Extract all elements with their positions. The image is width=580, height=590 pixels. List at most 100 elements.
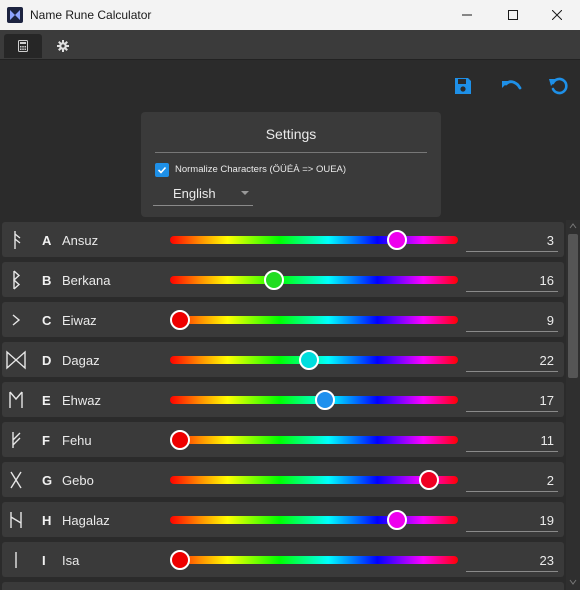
language-dropdown[interactable]: English: [153, 180, 253, 206]
slider-thumb[interactable]: [387, 510, 408, 530]
save-button[interactable]: [451, 74, 475, 98]
tab-settings[interactable]: [44, 34, 82, 58]
rune-name: Ansuz: [62, 233, 99, 248]
rune-value-input[interactable]: 22: [466, 348, 558, 372]
rune-letter: G: [42, 473, 53, 488]
rune-row-ansuz: A Ansuz 3: [2, 222, 564, 257]
slider-track: [170, 516, 458, 524]
rune-value-input[interactable]: 17: [466, 388, 558, 412]
settings-divider: [155, 152, 427, 153]
app-logo-icon: [7, 7, 23, 23]
slider-thumb[interactable]: [263, 270, 284, 290]
scrollbar[interactable]: [566, 220, 580, 590]
rune-row-partial: [2, 582, 564, 590]
rune-letter: B: [42, 273, 52, 288]
undo-button[interactable]: [499, 74, 523, 98]
rune-letter: E: [42, 393, 51, 408]
maximize-icon: [508, 10, 518, 20]
rune-name: Eiwaz: [62, 313, 97, 328]
rune-slider[interactable]: [170, 350, 458, 370]
scroll-thumb[interactable]: [568, 234, 578, 378]
rune-value-input[interactable]: 23: [466, 548, 558, 572]
rune-row-berkana: B Berkana 16: [2, 262, 564, 297]
rune-value-input[interactable]: 3: [466, 228, 558, 252]
slider-thumb[interactable]: [314, 390, 335, 410]
slider-track: [170, 436, 458, 444]
tab-calculator[interactable]: [4, 34, 42, 58]
slider-track: [170, 236, 458, 244]
rune-row-hagalaz: H Hagalaz 19: [2, 502, 564, 537]
gebo-rune-icon: [10, 471, 22, 489]
chevron-down-icon: [241, 191, 249, 195]
checkmark-icon: [157, 166, 167, 174]
slider-thumb[interactable]: [170, 310, 190, 330]
rune-slider[interactable]: [170, 430, 458, 450]
rune-letter: C: [42, 313, 52, 328]
rune-letter: H: [42, 513, 52, 528]
reset-icon: [549, 77, 568, 95]
rune-slider[interactable]: [170, 550, 458, 570]
hagalaz-rune-icon: [10, 512, 22, 528]
save-icon: [455, 78, 471, 94]
settings-title: Settings: [265, 126, 317, 142]
rune-slider[interactable]: [170, 510, 458, 530]
rune-letter: I: [42, 553, 46, 568]
slider-thumb[interactable]: [419, 470, 440, 490]
isa-rune-icon: [15, 552, 17, 568]
rune-name: Hagalaz: [62, 513, 110, 528]
rune-letter: A: [42, 233, 52, 248]
rune-value-input[interactable]: 11: [466, 428, 558, 452]
title-bar: Name Rune Calculator: [0, 0, 580, 30]
language-value: English: [173, 186, 216, 201]
rune-row-isa: I Isa 23: [2, 542, 564, 577]
rune-value-input[interactable]: 16: [466, 268, 558, 292]
rune-name: Gebo: [62, 473, 94, 488]
rune-name: Dagaz: [62, 353, 100, 368]
slider-track: [170, 316, 458, 324]
window-title: Name Rune Calculator: [30, 8, 152, 22]
rune-slider[interactable]: [170, 310, 458, 330]
close-button[interactable]: [534, 0, 580, 30]
undo-icon: [502, 80, 522, 90]
reset-button[interactable]: [547, 74, 571, 98]
rune-name: Isa: [62, 553, 80, 568]
slider-track: [170, 476, 458, 484]
maximize-button[interactable]: [490, 0, 536, 30]
scroll-down-arrow-icon[interactable]: [569, 578, 577, 586]
rune-slider[interactable]: [170, 270, 458, 290]
gear-icon: [57, 40, 69, 52]
slider-track: [170, 556, 458, 564]
rune-slider[interactable]: [170, 230, 458, 250]
slider-thumb[interactable]: [387, 230, 408, 250]
slider-thumb[interactable]: [170, 430, 190, 450]
rune-row-gebo: G Gebo 2: [2, 462, 564, 497]
rune-slider[interactable]: [170, 470, 458, 490]
slider-thumb[interactable]: [298, 350, 319, 370]
rune-row-ehwaz: E Ehwaz 17: [2, 382, 564, 417]
slider-track: [170, 276, 458, 284]
rune-value-input[interactable]: 2: [466, 468, 558, 492]
rune-slider[interactable]: [170, 390, 458, 410]
fehu-rune-icon: [12, 432, 21, 448]
settings-panel: Settings Normalize Characters (ÖÜÉÀ => O…: [141, 112, 441, 217]
rune-list: A Ansuz 3 B Berkana 16 C Eiwaz 9 D Dagaz: [0, 220, 566, 590]
rune-value-input[interactable]: 9: [466, 308, 558, 332]
rune-row-fehu: F Fehu 11: [2, 422, 564, 457]
rune-row-dagaz: D Dagaz 22: [2, 342, 564, 377]
rune-letter: F: [42, 433, 50, 448]
calculator-icon: [18, 40, 28, 52]
scroll-up-arrow-icon[interactable]: [569, 222, 577, 230]
rune-value-input[interactable]: 19: [466, 508, 558, 532]
rune-name: Berkana: [62, 273, 111, 288]
rune-name: Ehwaz: [62, 393, 102, 408]
slider-thumb[interactable]: [170, 550, 190, 570]
close-icon: [552, 10, 562, 20]
minimize-button[interactable]: [444, 0, 490, 30]
kenaz-rune-icon: [12, 314, 21, 326]
rune-letter: D: [42, 353, 52, 368]
berkana-rune-icon: [12, 270, 21, 290]
normalize-checkbox[interactable]: [155, 163, 169, 177]
ansuz-rune-icon: [14, 231, 21, 249]
tab-strip: [0, 30, 580, 60]
dagaz-rune-icon: [6, 350, 26, 370]
